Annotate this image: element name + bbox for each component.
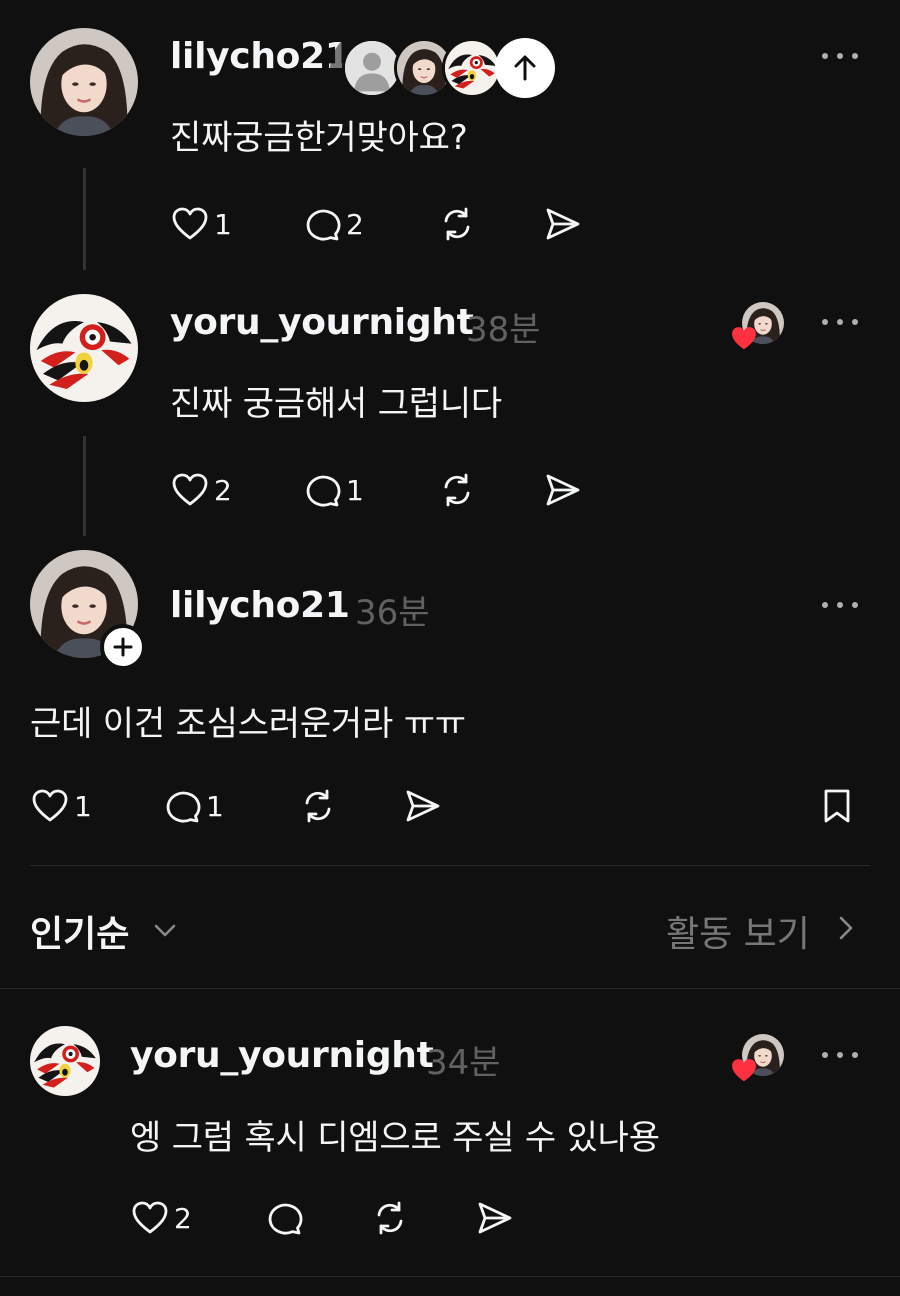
- reply-button[interactable]: 1: [302, 468, 364, 512]
- share-icon: [475, 1198, 515, 1238]
- like-button[interactable]: 2: [170, 468, 232, 512]
- default-avatar-icon: [345, 41, 399, 95]
- timestamp: 34분: [426, 1043, 501, 1083]
- reply-count: 1: [346, 473, 364, 507]
- more-options-button[interactable]: [820, 46, 860, 66]
- avatar: [342, 38, 402, 98]
- share-button[interactable]: [543, 202, 583, 246]
- like-count: 2: [174, 1201, 192, 1235]
- comment-text: 진짜궁금한거맞아요?: [170, 118, 468, 158]
- chevron-right-icon[interactable]: [832, 912, 860, 944]
- arrow-up-icon: [514, 55, 536, 81]
- reply-button[interactable]: 1: [162, 784, 224, 828]
- chevron-down-icon[interactable]: [150, 915, 180, 945]
- username[interactable]: lilycho21: [170, 585, 350, 626]
- more-options-button[interactable]: [820, 312, 860, 332]
- woman-avatar-icon: [30, 28, 138, 136]
- repost-button[interactable]: [370, 1196, 410, 1240]
- share-button[interactable]: [475, 1196, 515, 1240]
- more-options-button[interactable]: [820, 1045, 860, 1065]
- comment-text: 진짜 궁금해서 그럽니다: [170, 384, 503, 424]
- scroll-up-button[interactable]: [495, 38, 555, 98]
- username[interactable]: lilycho21: [170, 36, 350, 77]
- repost-button[interactable]: [437, 202, 477, 246]
- like-count: 1: [74, 789, 92, 823]
- repost-button[interactable]: [437, 468, 477, 512]
- share-icon: [543, 470, 583, 510]
- comment-icon: [302, 470, 342, 510]
- follow-button[interactable]: [100, 624, 146, 670]
- repost-button[interactable]: [298, 784, 338, 828]
- avatar: [442, 38, 502, 98]
- comment-text: 엥 그럼 혹시 디엠으로 주실 수 있나용: [130, 1118, 660, 1158]
- plus-icon: [113, 637, 133, 657]
- bird-avatar-icon: [30, 1026, 100, 1096]
- like-count: 1: [214, 207, 232, 241]
- like-button[interactable]: 2: [130, 1196, 192, 1240]
- repost-icon: [437, 204, 477, 244]
- heart-icon: [730, 324, 758, 352]
- like-button[interactable]: 1: [30, 784, 92, 828]
- comment-icon: [264, 1198, 304, 1238]
- view-activity-link[interactable]: 활동 보기: [666, 905, 810, 957]
- reply-button[interactable]: 2: [302, 202, 364, 246]
- thread-line: [83, 168, 86, 270]
- timestamp: 38분: [466, 310, 541, 350]
- reply-button[interactable]: [264, 1196, 308, 1240]
- heart-icon: [730, 1056, 758, 1084]
- share-icon: [403, 786, 443, 826]
- reply-count: 2: [346, 207, 364, 241]
- bookmark-icon: [817, 786, 857, 826]
- heart-icon: [170, 470, 210, 510]
- share-button[interactable]: [543, 468, 583, 512]
- comment-icon: [302, 204, 342, 244]
- comment-icon: [162, 786, 202, 826]
- divider: [0, 988, 900, 989]
- like-button[interactable]: 1: [170, 202, 232, 246]
- bird-avatar-icon: [445, 41, 499, 95]
- username[interactable]: yoru_yournight: [130, 1035, 434, 1076]
- repost-icon: [437, 470, 477, 510]
- heart-icon: [30, 786, 70, 826]
- share-button[interactable]: [403, 784, 443, 828]
- thread-line: [83, 436, 86, 536]
- share-icon: [543, 204, 583, 244]
- heart-icon: [130, 1198, 170, 1238]
- avatar[interactable]: [30, 294, 138, 402]
- more-options-button[interactable]: [820, 595, 860, 615]
- avatar[interactable]: [30, 1026, 100, 1096]
- comment-text: 근데 이건 조심스러운거라 ㅠㅠ: [30, 704, 466, 744]
- like-count: 2: [214, 473, 232, 507]
- username[interactable]: yoru_yournight: [170, 302, 474, 343]
- reply-count: 1: [206, 789, 224, 823]
- bird-avatar-icon: [30, 294, 138, 402]
- heart-icon: [170, 204, 210, 244]
- avatar[interactable]: [30, 28, 138, 136]
- sort-dropdown[interactable]: 인기순: [30, 905, 129, 957]
- timestamp: 36분: [355, 593, 430, 633]
- bookmark-button[interactable]: [817, 784, 857, 828]
- divider: [0, 1276, 900, 1277]
- divider: [30, 865, 870, 866]
- repost-icon: [370, 1198, 410, 1238]
- repost-icon: [298, 786, 338, 826]
